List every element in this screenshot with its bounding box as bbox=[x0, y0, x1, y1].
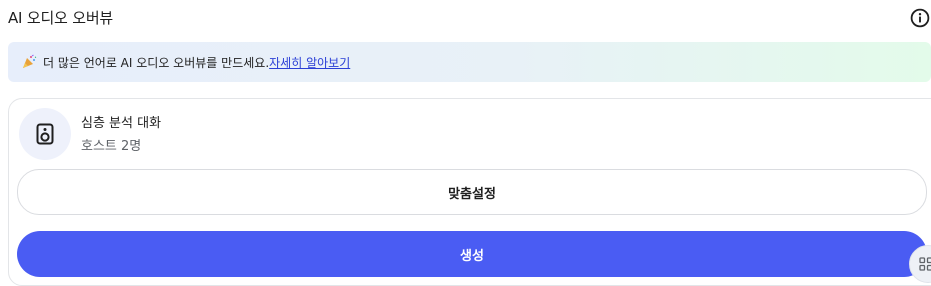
grid-icon bbox=[919, 257, 931, 271]
format-subtitle: 호스트 2명 bbox=[81, 135, 161, 154]
overview-card: 심층 분석 대화 호스트 2명 맞춤설정 생성 bbox=[8, 98, 931, 286]
format-selector[interactable]: 심층 분석 대화 호스트 2명 bbox=[19, 108, 161, 160]
info-icon bbox=[910, 8, 930, 28]
customize-button[interactable]: 맞춤설정 bbox=[17, 169, 927, 215]
panel-header: AI 오디오 오버뷰 bbox=[8, 0, 931, 36]
generate-button[interactable]: 생성 bbox=[17, 231, 927, 277]
format-title: 심층 분석 대화 bbox=[81, 112, 161, 131]
language-banner: 더 많은 언어로 AI 오디오 오버뷰를 만드세요. 자세히 알아보기 bbox=[8, 42, 931, 82]
format-icon-container bbox=[19, 108, 71, 160]
info-button[interactable] bbox=[909, 7, 931, 29]
banner-message: 더 많은 언어로 AI 오디오 오버뷰를 만드세요. bbox=[43, 54, 269, 71]
speaker-icon bbox=[36, 123, 54, 145]
panel-title: AI 오디오 오버뷰 bbox=[8, 7, 113, 28]
learn-more-link[interactable]: 자세히 알아보기 bbox=[269, 54, 350, 71]
party-popper-icon bbox=[21, 54, 37, 70]
